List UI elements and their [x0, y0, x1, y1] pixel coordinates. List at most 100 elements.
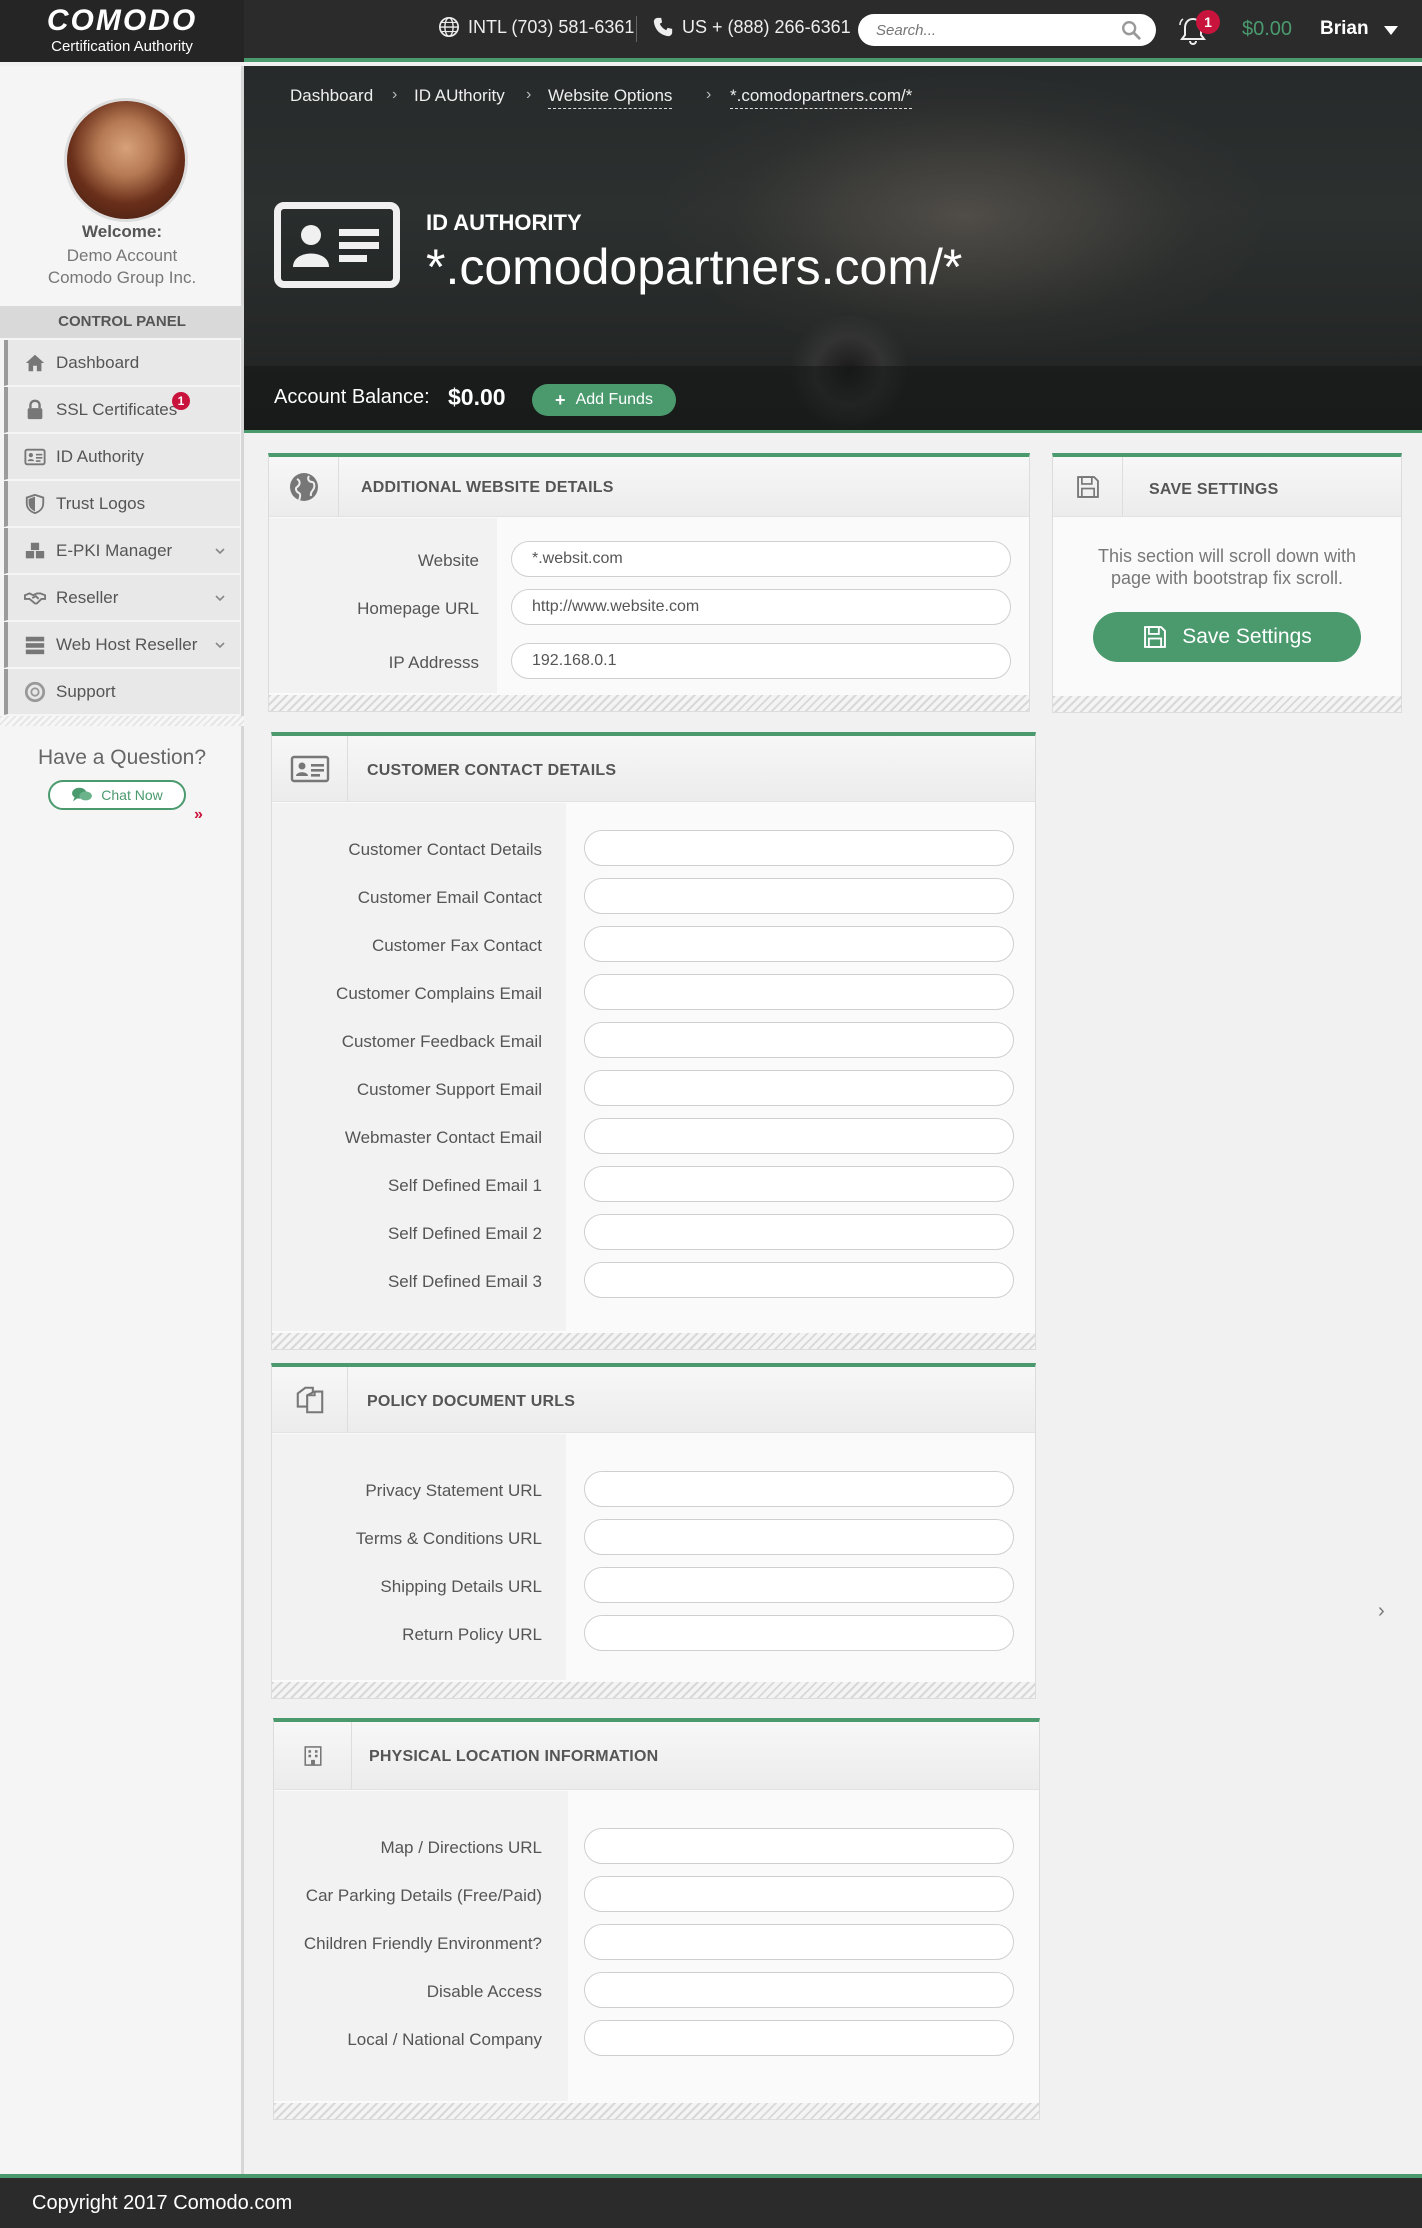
sidebar-item-reseller[interactable]: Reseller	[4, 575, 240, 621]
notification-badge: 1	[1196, 10, 1220, 34]
sidebar-item-ssl-certificates[interactable]: SSL Certificates 1	[4, 387, 240, 433]
sidebar-item-trust-logos[interactable]: Trust Logos	[4, 481, 240, 527]
contact-field-4[interactable]	[584, 974, 1014, 1010]
sidebar-item-label: E-PKI Manager	[56, 540, 173, 560]
location-field-1[interactable]	[584, 1828, 1014, 1864]
field-label: Customer Contact Details	[348, 840, 542, 859]
add-funds-label: Add Funds	[575, 391, 653, 408]
contact-field-6[interactable]	[584, 1070, 1014, 1106]
home-icon	[25, 354, 45, 371]
sidebar-item-epki-manager[interactable]: E-PKI Manager	[4, 528, 240, 574]
breadcrumb-current[interactable]: *.comodopartners.com/*	[730, 86, 913, 109]
panel-header: PHYSICAL LOCATION INFORMATION	[274, 1722, 1039, 1790]
welcome-label: Welcome:	[82, 222, 162, 241]
field-label: Shipping Details URL	[380, 1577, 542, 1596]
breadcrumb-id-authority[interactable]: ID AUthority	[414, 86, 505, 106]
field-label: IP Addresss	[388, 653, 479, 672]
chevron-down-icon[interactable]	[214, 592, 226, 604]
location-field-5[interactable]	[584, 2020, 1014, 2056]
field-label: Privacy Statement URL	[365, 1481, 542, 1500]
field-label: Customer Fax Contact	[371, 936, 542, 955]
panel-footer	[272, 1682, 1035, 1698]
search-input[interactable]	[858, 14, 1156, 46]
chevron-down-icon[interactable]	[214, 545, 226, 557]
field-label: Car Parking Details (Free/Paid)	[305, 1886, 542, 1905]
field-label: Return Policy URL	[402, 1625, 542, 1644]
breadcrumb-website-options[interactable]: Website Options	[548, 86, 673, 109]
sidebar-item-dashboard[interactable]: Dashboard	[4, 340, 240, 386]
contact-field-2[interactable]	[584, 878, 1014, 914]
field-label: Self Defined Email 1	[387, 1176, 542, 1195]
chevron-down-icon[interactable]	[214, 639, 226, 651]
lifebuoy-icon	[24, 681, 46, 702]
copy-document-icon	[272, 1367, 348, 1433]
handshake-icon	[24, 591, 46, 604]
save-settings-label: Save Settings	[1182, 625, 1312, 648]
panel-footer	[1053, 696, 1401, 712]
policy-field-2[interactable]	[584, 1519, 1014, 1555]
contact-field-8[interactable]	[584, 1166, 1014, 1202]
expand-sidebar-icon[interactable]: »	[194, 806, 203, 824]
breadcrumb-separator-icon: ›	[526, 86, 532, 103]
sidebar-item-support[interactable]: Support	[4, 669, 240, 715]
save-settings-button[interactable]: Save Settings	[1093, 612, 1361, 662]
ip-address-field[interactable]	[511, 643, 1011, 679]
contact-field-9[interactable]	[584, 1214, 1014, 1250]
contact-field-3[interactable]	[584, 926, 1014, 962]
contact-field-5[interactable]	[584, 1022, 1014, 1058]
add-funds-button[interactable]: + Add Funds	[532, 384, 676, 416]
caret-down-icon[interactable]	[1384, 26, 1398, 35]
id-card-icon	[272, 736, 348, 802]
brand-subtitle: Certification Authority	[51, 38, 193, 55]
breadcrumb-dashboard[interactable]: Dashboard	[290, 86, 373, 106]
server-icon	[25, 636, 45, 654]
ssl-badge: 1	[172, 392, 190, 410]
homepage-url-field[interactable]	[511, 589, 1011, 625]
phone-intl[interactable]: INTL (703) 581-6361	[438, 16, 634, 38]
panel-footer	[272, 1333, 1035, 1349]
brand-logo[interactable]: COMODO Certification Authority	[0, 0, 244, 62]
location-field-3[interactable]	[584, 1924, 1014, 1960]
panel-footer	[269, 695, 1029, 711]
policy-field-4[interactable]	[584, 1615, 1014, 1651]
account-org: Comodo Group Inc.	[47, 268, 197, 287]
user-menu[interactable]: Brian	[1320, 18, 1369, 40]
chat-now-button[interactable]: Chat Now	[48, 780, 186, 810]
panel-title: POLICY DOCUMENT URLS	[367, 1393, 576, 1410]
hero-label: ID AUTHORITY	[426, 210, 582, 235]
account-name: Demo Account	[66, 246, 178, 265]
hero-banner: Dashboard › ID AUthority › Website Optio…	[244, 66, 1422, 430]
chat-icon	[72, 787, 93, 802]
field-label: Customer Feedback Email	[341, 1032, 542, 1051]
search-icon[interactable]	[1120, 19, 1142, 41]
label-column	[272, 803, 566, 1331]
location-field-4[interactable]	[584, 1972, 1014, 2008]
breadcrumb-separator-icon: ›	[706, 86, 712, 103]
brand-name: COMODO	[46, 4, 198, 37]
id-card-icon	[274, 202, 400, 288]
policy-field-1[interactable]	[584, 1471, 1014, 1507]
chevron-right-icon[interactable]: ›	[1378, 1600, 1385, 1623]
sidebar-item-web-host-reseller[interactable]: Web Host Reseller	[4, 622, 240, 668]
field-label: Customer Complains Email	[336, 984, 542, 1003]
website-field[interactable]	[511, 541, 1011, 577]
floppy-disk-icon	[1053, 457, 1123, 517]
chat-now-label: Chat Now	[101, 787, 163, 803]
sidebar: Welcome: Demo Account Comodo Group Inc. …	[0, 66, 244, 2174]
policy-field-3[interactable]	[584, 1567, 1014, 1603]
shield-icon	[25, 493, 45, 514]
physical-location-panel: PHYSICAL LOCATION INFORMATION Map / Dire…	[273, 1718, 1040, 2120]
location-field-2[interactable]	[584, 1876, 1014, 1912]
field-label: Map / Directions URL	[380, 1838, 542, 1857]
sidebar-item-id-authority[interactable]: ID Authority	[4, 434, 240, 480]
contact-field-10[interactable]	[584, 1262, 1014, 1298]
save-settings-panel: SAVE SETTINGS This section will scroll d…	[1052, 453, 1402, 713]
panel-title: CUSTOMER CONTACT DETAILS	[367, 762, 617, 779]
contact-field-1[interactable]	[584, 830, 1014, 866]
globe-icon	[269, 457, 339, 517]
field-label: Customer Email Contact	[357, 888, 542, 907]
phone-us[interactable]: US + (888) 266-6361	[652, 16, 851, 38]
contact-field-7[interactable]	[584, 1118, 1014, 1154]
panel-title: SAVE SETTINGS	[1149, 481, 1279, 498]
save-settings-description-line: This section will scroll down with	[1097, 546, 1357, 566]
